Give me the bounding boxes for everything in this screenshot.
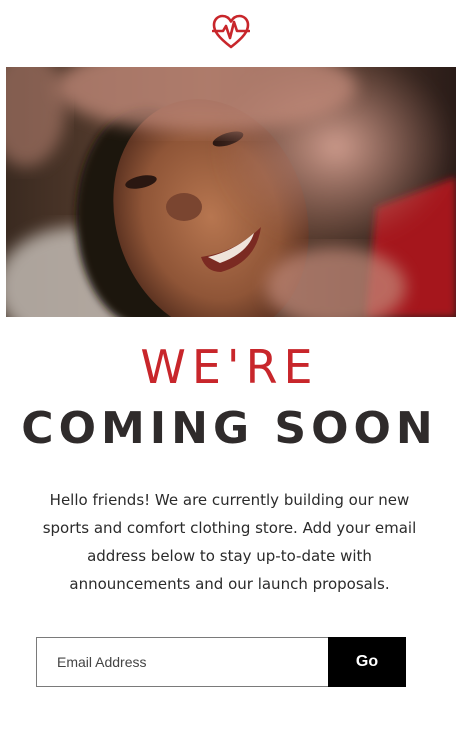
intro-text: Hello friends! We are currently building… <box>42 491 417 593</box>
headline-were: WE'RE <box>140 340 319 394</box>
heart-pulse-icon <box>211 14 251 49</box>
headline-coming-soon: COMING SOON <box>21 403 438 454</box>
go-button[interactable]: Go <box>328 637 406 687</box>
hero-image <box>6 67 456 317</box>
email-signup-form: Go <box>36 637 406 687</box>
email-input[interactable] <box>36 637 328 687</box>
brand-logo <box>211 14 251 50</box>
